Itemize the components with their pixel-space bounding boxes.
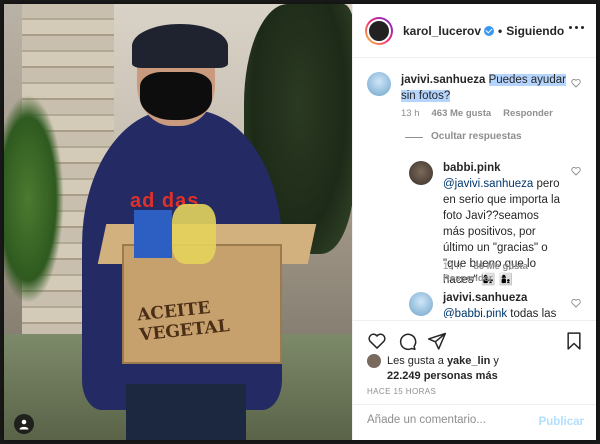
reply-avatar[interactable] (409, 161, 433, 185)
share-send-icon[interactable] (427, 331, 447, 351)
post-timestamp[interactable]: HACE 15 HORAS (367, 387, 436, 396)
comment-meta: 13 h 463 Me gusta Responder (401, 108, 553, 119)
photo-bottle (172, 204, 216, 264)
photo-mask (140, 72, 212, 120)
photo-person: ad das ACEITE VEGETAL (82, 24, 317, 440)
comment-composer: Publicar (353, 404, 596, 440)
photo-plant (4, 94, 64, 304)
reply-body: javivi.sanhueza @babbi.pink todas las (443, 290, 567, 318)
liker-username[interactable]: yake_lin (447, 355, 490, 367)
commenter-username[interactable]: javivi.sanhueza (401, 74, 485, 86)
save-bookmark-icon[interactable] (564, 331, 584, 351)
likes-connector: y (493, 355, 499, 367)
reply-time: 13 h (443, 261, 462, 272)
post-photo[interactable]: ad das ACEITE VEGETAL (4, 4, 352, 440)
liker-avatar[interactable] (367, 354, 381, 368)
reply-text: todas las (507, 308, 557, 318)
reply-mention[interactable]: @javivi.sanhueza (443, 178, 533, 190)
like-heart-icon[interactable] (367, 331, 387, 351)
likes-prefix: Les gusta a (387, 355, 444, 367)
photo-package (134, 210, 172, 258)
verified-icon (484, 25, 495, 36)
comment-reply-button[interactable]: Responder (503, 108, 553, 119)
reply-meta: 13 h 86 Me gusta Responder (443, 261, 553, 285)
post-actions-bar (353, 320, 596, 360)
like-comment-icon[interactable] (571, 78, 581, 88)
user-tag-icon[interactable] (14, 414, 34, 434)
comment-bubble-icon[interactable] (397, 331, 417, 351)
reply-avatar[interactable] (409, 292, 433, 316)
reply-username[interactable]: javivi.sanhueza (443, 292, 527, 304)
like-reply-icon[interactable] (571, 298, 581, 308)
publish-button[interactable]: Publicar (539, 416, 584, 428)
replies-divider (405, 137, 423, 138)
instagram-post-modal: ad das ACEITE VEGETAL karol_lucerov • Sigu… (4, 4, 596, 440)
comment-time: 13 h (401, 108, 420, 119)
likes-count[interactable]: 22.249 personas más (387, 370, 498, 382)
reply-username[interactable]: babbi.pink (443, 162, 501, 174)
reply-mention[interactable]: @babbi.pink (443, 308, 507, 318)
following-button[interactable]: Siguiendo (506, 24, 564, 38)
commenter-avatar[interactable] (367, 72, 391, 96)
post-header: karol_lucerov • Siguiendo (353, 4, 596, 58)
more-options-icon[interactable] (569, 26, 584, 29)
reply-likes[interactable]: 86 Me gusta (474, 261, 528, 272)
reply-reply-button[interactable]: Responder (443, 273, 493, 284)
add-comment-input[interactable] (367, 414, 527, 426)
comment-likes[interactable]: 463 Me gusta (432, 108, 492, 119)
post-side-panel: karol_lucerov • Siguiendo javivi.sanhueza … (352, 4, 596, 440)
author-avatar[interactable] (365, 16, 393, 45)
comment-body: javivi.sanhueza Puedes ayudar sin fotos? (401, 72, 569, 104)
hide-replies-button[interactable]: Ocultar respuestas (431, 131, 522, 142)
comments-list: javivi.sanhueza Puedes ayudar sin fotos?… (353, 58, 596, 318)
photo-jeans (126, 384, 246, 440)
photo-cap (132, 24, 228, 68)
author-name-row: karol_lucerov • Siguiendo (403, 24, 564, 38)
like-reply-icon[interactable] (571, 166, 581, 176)
likes-line: Les gusta a yake_lin y (387, 355, 499, 367)
author-username[interactable]: karol_lucerov (403, 24, 481, 38)
separator-dot: • (498, 23, 503, 38)
